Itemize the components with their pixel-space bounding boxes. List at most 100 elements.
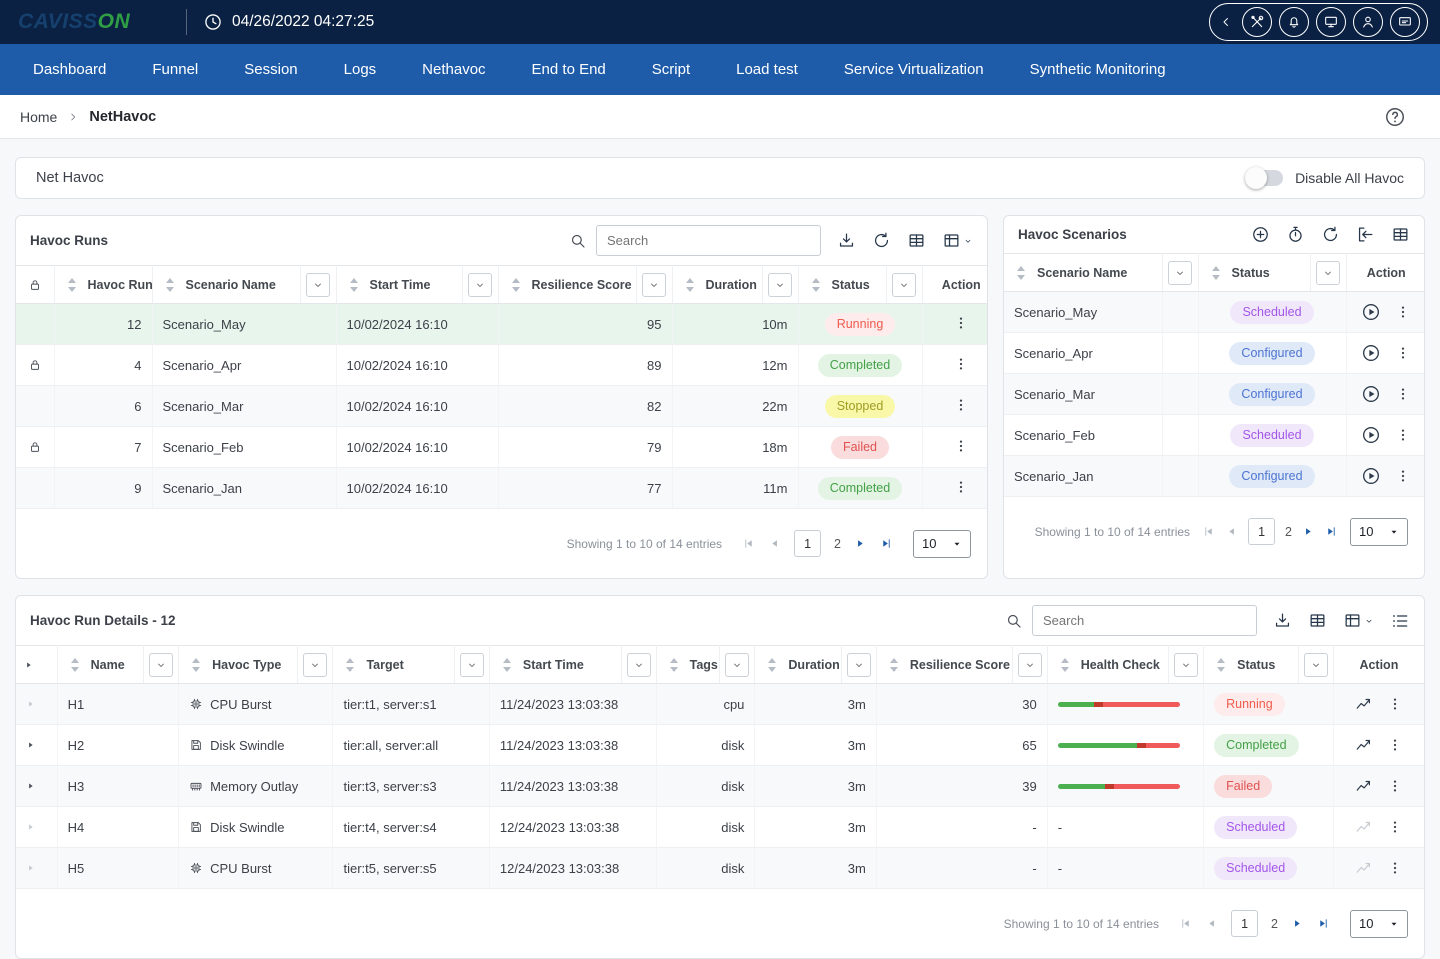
sort-icon[interactable] xyxy=(885,656,903,674)
sort-icon[interactable] xyxy=(807,276,825,294)
details-download-button[interactable] xyxy=(1273,611,1292,630)
start-time-filter-button[interactable] xyxy=(626,652,651,677)
havoc-runs-download-button[interactable] xyxy=(837,231,856,250)
view-graph-button[interactable] xyxy=(1355,695,1373,713)
column-header-tags[interactable]: Tags xyxy=(690,658,718,672)
column-header-status[interactable]: Status xyxy=(832,278,870,292)
nav-item-end-to-end[interactable]: End to End xyxy=(509,44,629,95)
sort-icon[interactable] xyxy=(1056,656,1074,674)
table-row[interactable]: Scenario_Feb Scheduled xyxy=(1004,414,1424,456)
column-header-status[interactable]: Status xyxy=(1232,266,1270,280)
havoc-type-filter-button[interactable] xyxy=(303,652,328,677)
sort-icon[interactable] xyxy=(345,276,363,294)
havoc-runs-search-input[interactable] xyxy=(596,225,821,256)
column-header-resilience-score[interactable]: Resilience Score xyxy=(910,658,1010,672)
tools-button[interactable] xyxy=(1242,7,1272,37)
status-filter-button[interactable] xyxy=(1303,652,1328,677)
health-check-filter-button[interactable] xyxy=(1174,652,1199,677)
resilience-score-filter-button[interactable] xyxy=(1017,652,1042,677)
add-scenario-button[interactable] xyxy=(1251,225,1270,244)
run-details-search-input[interactable] xyxy=(1032,605,1257,636)
user-profile-button[interactable] xyxy=(1353,7,1383,37)
last-page-button[interactable] xyxy=(1325,506,1338,557)
row-actions-button[interactable] xyxy=(953,315,969,331)
nav-item-logs[interactable]: Logs xyxy=(321,44,400,95)
disable-all-havoc-toggle[interactable] xyxy=(1245,167,1284,189)
table-row[interactable]: 6 Scenario_Mar 10/02/2024 16:10 82 22m S… xyxy=(16,385,987,427)
row-actions-button[interactable] xyxy=(1395,345,1411,361)
column-header-duration[interactable]: Duration xyxy=(788,658,839,672)
breadcrumb-home[interactable]: Home xyxy=(20,109,57,125)
nav-item-session[interactable]: Session xyxy=(221,44,320,95)
duration-filter-button[interactable] xyxy=(846,652,871,677)
status-filter-button[interactable] xyxy=(892,272,916,297)
row-actions-button[interactable] xyxy=(1395,386,1411,402)
page-size-select[interactable]: 10 xyxy=(913,529,971,558)
table-row[interactable]: H3 Memory Outlay tier:t3, server:s3 11/2… xyxy=(16,765,1424,807)
view-graph-button[interactable] xyxy=(1355,736,1373,754)
row-actions-button[interactable] xyxy=(1387,860,1403,876)
nav-item-synthetic-monitoring[interactable]: Synthetic Monitoring xyxy=(1007,44,1189,95)
next-page-button[interactable] xyxy=(854,518,867,569)
expand-row-icon[interactable] xyxy=(26,781,36,791)
sort-icon[interactable] xyxy=(161,276,179,294)
page-1-button[interactable]: 1 xyxy=(794,530,822,557)
run-scenario-button[interactable] xyxy=(1361,384,1381,404)
nav-item-nethavoc[interactable]: Nethavoc xyxy=(399,44,508,95)
nav-item-script[interactable]: Script xyxy=(629,44,713,95)
column-header-havoc-type[interactable]: Havoc Type xyxy=(212,658,281,672)
sort-icon[interactable] xyxy=(498,656,516,674)
table-row[interactable]: H5 CPU Burst tier:t5, server:s5 12/24/20… xyxy=(16,847,1424,889)
row-actions-button[interactable] xyxy=(1387,696,1403,712)
table-row[interactable]: H2 Disk Swindle tier:all, server:all 11/… xyxy=(16,724,1424,766)
details-table-export-button[interactable] xyxy=(1308,611,1327,630)
page-size-select[interactable]: 10 xyxy=(1350,517,1408,546)
first-page-button[interactable] xyxy=(1179,917,1192,930)
row-actions-button[interactable] xyxy=(1387,819,1403,835)
run-scenario-button[interactable] xyxy=(1361,302,1381,322)
page-2-button[interactable]: 2 xyxy=(1285,525,1292,539)
column-header-scenario-name[interactable]: Scenario Name xyxy=(186,278,276,292)
table-row[interactable]: 7 Scenario_Feb 10/02/2024 16:10 79 18m F… xyxy=(16,426,987,468)
row-actions-button[interactable] xyxy=(1387,737,1403,753)
schedule-scenario-button[interactable] xyxy=(1286,225,1305,244)
row-actions-button[interactable] xyxy=(1387,778,1403,794)
page-size-select[interactable]: 10 xyxy=(1350,909,1408,938)
details-column-settings-button[interactable] xyxy=(1343,611,1374,630)
table-row[interactable]: Scenario_Apr Configured xyxy=(1004,332,1424,374)
column-header-resilience-score[interactable]: Resilience Score xyxy=(532,278,632,292)
sort-icon[interactable] xyxy=(66,656,84,674)
screen-button[interactable] xyxy=(1390,7,1420,37)
row-actions-button[interactable] xyxy=(953,397,969,413)
duration-filter-button[interactable] xyxy=(768,272,792,297)
expand-row-icon[interactable] xyxy=(26,740,36,750)
sort-icon[interactable] xyxy=(665,656,683,674)
row-actions-button[interactable] xyxy=(1395,468,1411,484)
column-header-scenario-name[interactable]: Scenario Name xyxy=(1037,266,1127,280)
name-filter-button[interactable] xyxy=(149,652,174,677)
scenarios-table-button[interactable] xyxy=(1391,225,1410,244)
last-page-button[interactable] xyxy=(880,518,893,569)
sort-icon[interactable] xyxy=(1012,264,1030,282)
sort-icon[interactable] xyxy=(1212,656,1230,674)
next-page-button[interactable] xyxy=(1291,898,1304,949)
target-filter-button[interactable] xyxy=(459,652,484,677)
run-scenario-button[interactable] xyxy=(1361,425,1381,445)
details-list-view-button[interactable] xyxy=(1390,611,1410,631)
expand-row-icon[interactable] xyxy=(26,863,36,873)
nav-item-service-virtualization[interactable]: Service Virtualization xyxy=(821,44,1007,95)
sort-icon[interactable] xyxy=(341,656,359,674)
prev-page-button[interactable] xyxy=(1205,917,1218,930)
column-header-duration[interactable]: Duration xyxy=(706,278,757,292)
table-row[interactable]: 12 Scenario_May 10/02/2024 16:10 95 10m … xyxy=(16,303,987,345)
tags-filter-button[interactable] xyxy=(725,652,750,677)
nav-item-load-test[interactable]: Load test xyxy=(713,44,821,95)
havoc-runs-refresh-button[interactable] xyxy=(872,231,891,250)
column-header-status[interactable]: Status xyxy=(1237,658,1275,672)
cavisson-logo[interactable]: CAVISSON xyxy=(10,10,170,34)
expand-row-icon[interactable] xyxy=(26,699,36,709)
next-page-button[interactable] xyxy=(1302,506,1315,557)
row-actions-button[interactable] xyxy=(953,479,969,495)
table-row[interactable]: H1 CPU Burst tier:t1, server:s1 11/24/20… xyxy=(16,683,1424,725)
run-scenario-button[interactable] xyxy=(1361,343,1381,363)
